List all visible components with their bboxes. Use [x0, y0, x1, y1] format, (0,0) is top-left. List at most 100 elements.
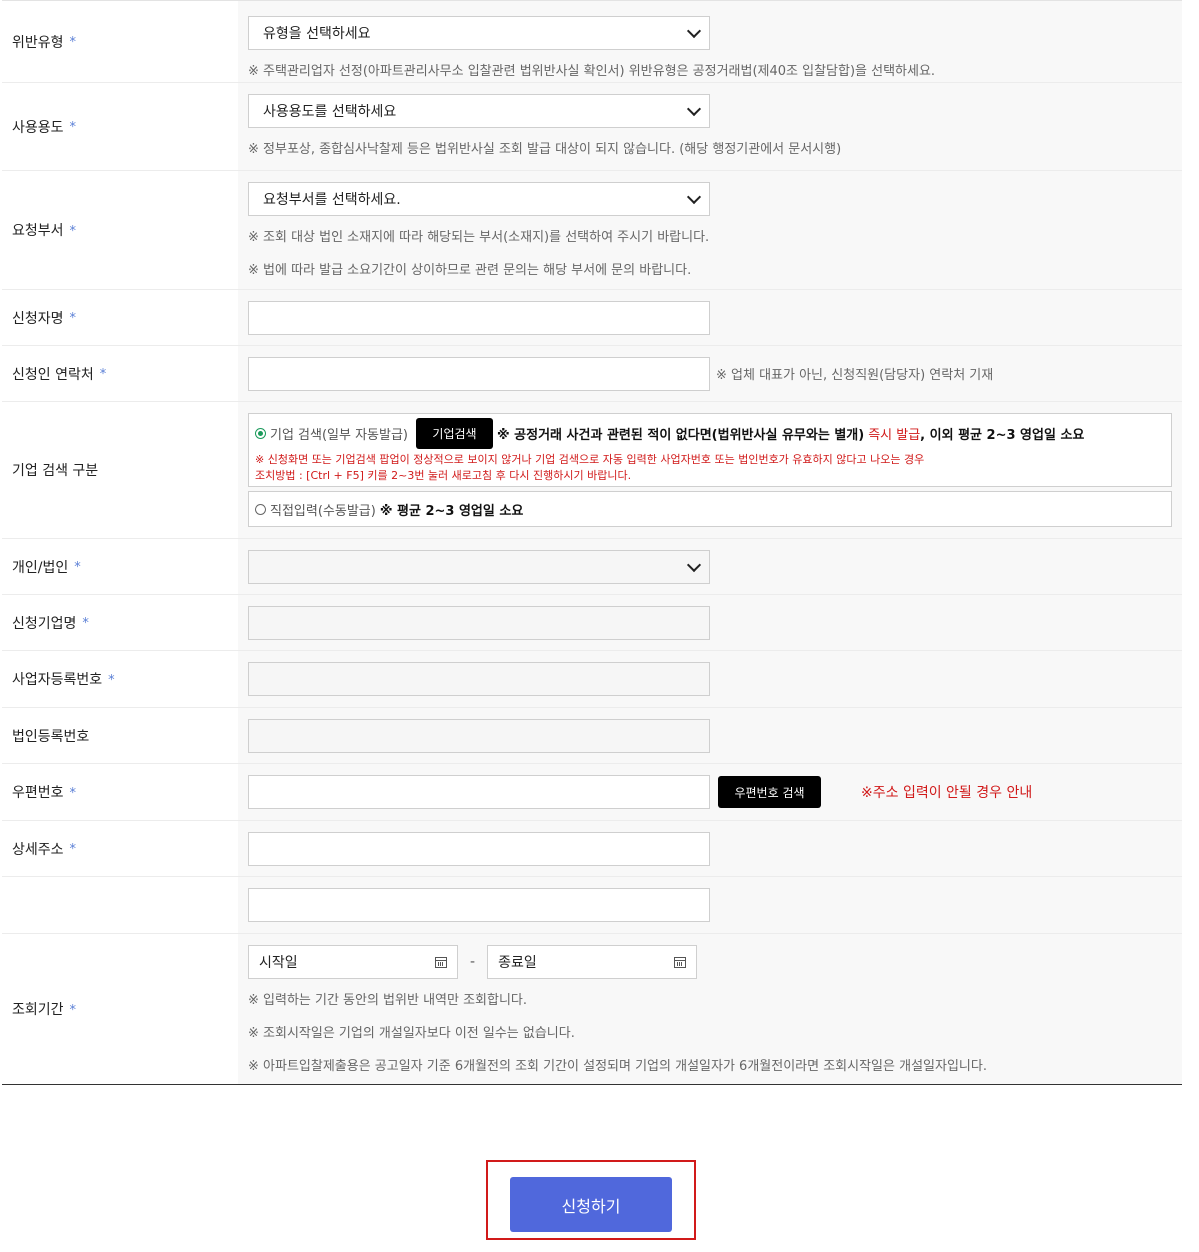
- application-form: 위반유형 * 유형을 선택하세요 ※ 주택관리업자 선정(아파트관리사무소 입찰…: [2, 0, 1182, 1085]
- row-company-search: 기업 검색 구분 기업 검색(일부 자동발급) 기업검색 ※ 공정거래 사건과 …: [2, 402, 1182, 539]
- business-reg-no-cell: [238, 651, 1182, 707]
- calendar-icon[interactable]: [435, 956, 447, 968]
- usage-cell: 사용용도를 선택하세요 ※ 정부포상, 종합심사낙찰제 등은 법위반사실 조회 …: [238, 83, 1182, 170]
- violation-type-label-cell: 위반유형 *: [2, 1, 238, 82]
- applicant-contact-cell: ※ 업체 대표가 아닌, 신청직원(담당자) 연락처 기재: [238, 346, 1182, 401]
- company-search-option2: 직접입력(수동발급) ※ 평균 2~3 영업일 소요: [255, 500, 523, 519]
- postal-code-inline: 우편번호 검색 ※주소 입력이 안될 경우 안내: [248, 775, 1172, 809]
- auto-issue-note-red: 즉시 발급: [868, 428, 921, 443]
- applicant-contact-input[interactable]: [248, 356, 710, 391]
- row-business-reg-no: 사업자등록번호 *: [2, 651, 1182, 708]
- corp-reg-no-label-cell: 법인등록번호: [2, 708, 238, 763]
- company-search-button[interactable]: 기업검색: [416, 418, 494, 449]
- row-applicant-name: 신청자명 *: [2, 290, 1182, 346]
- company-name-input[interactable]: [248, 605, 710, 640]
- required-mark: *: [69, 35, 77, 50]
- end-date-input[interactable]: 종료일: [487, 945, 698, 979]
- row-person-type: 개인/법인 *: [2, 539, 1182, 595]
- row-period: 조회기간 * 시작일 - 종료일 ※ 입력하는 기간 동안의 법위반 내역만 조…: [2, 934, 1182, 1085]
- row-applicant-contact: 신청인 연락처 * ※ 업체 대표가 아닌, 신청직원(담당자) 연락처 기재: [2, 346, 1182, 402]
- company-search-label-cell: 기업 검색 구분: [2, 402, 238, 538]
- company-search-cell: 기업 검색(일부 자동발급) 기업검색 ※ 공정거래 사건과 관련된 적이 없다…: [238, 402, 1182, 538]
- company-name-label-cell: 신청기업명 *: [2, 595, 238, 650]
- usage-note: ※ 정부포상, 종합심사낙찰제 등은 법위반사실 조회 발급 대상이 되지 않습…: [248, 142, 842, 157]
- auto-issue-radio[interactable]: [255, 428, 266, 439]
- row-department: 요청부서 * 요청부서를 선택하세요. ※ 조회 대상 법인 소재지에 따라 해…: [2, 171, 1182, 290]
- company-search-option1: 기업 검색(일부 자동발급) 기업검색 ※ 공정거래 사건과 관련된 적이 없다…: [255, 418, 1165, 449]
- corp-reg-no-input[interactable]: [248, 718, 710, 753]
- auto-issue-note-tail: , 이외 평균 2~3 영업일 소요: [920, 428, 1085, 443]
- company-search-label: 기업 검색 구분: [12, 463, 99, 479]
- corp-reg-no-cell: [238, 708, 1182, 763]
- person-type-select[interactable]: [248, 549, 710, 584]
- business-reg-no-input[interactable]: [248, 662, 710, 696]
- company-name-cell: [238, 595, 1182, 650]
- period-note-2: ※ 조회시작일은 기업의 개설일자보다 이전 일수는 없습니다.: [248, 1026, 575, 1041]
- manual-issue-radio[interactable]: [255, 503, 266, 515]
- start-date-input[interactable]: 시작일: [248, 945, 458, 979]
- applicant-name-input[interactable]: [248, 300, 710, 335]
- required-mark: *: [69, 311, 77, 326]
- address-help-link[interactable]: ※주소 입력이 안될 경우 안내: [861, 782, 1032, 802]
- required-mark: *: [69, 1002, 77, 1018]
- business-reg-no-label-cell: 사업자등록번호 *: [2, 651, 238, 707]
- applicant-contact-label-cell: 신청인 연락처 *: [2, 346, 238, 401]
- applicant-name-label-cell: 신청자명 *: [2, 290, 238, 345]
- period-note-1: ※ 입력하는 기간 동안의 법위반 내역만 조회합니다.: [248, 993, 528, 1008]
- calendar-icon[interactable]: [674, 956, 687, 968]
- submit-button[interactable]: 신청하기: [510, 1177, 672, 1232]
- row-address-extra: [2, 877, 1182, 934]
- violation-type-note: ※ 주택관리업자 선정(아파트관리사무소 입찰관련 법위반사실 확인서) 위반유…: [248, 64, 936, 79]
- period-label: 조회기간: [12, 1002, 64, 1018]
- required-mark: *: [99, 367, 107, 382]
- period-inline: 시작일 - 종료일: [248, 945, 1172, 979]
- required-mark: *: [69, 842, 77, 857]
- person-type-label-cell: 개인/법인 *: [2, 539, 238, 594]
- required-mark: *: [74, 560, 81, 575]
- address-extra-input[interactable]: [248, 888, 710, 922]
- start-date-placeholder: 시작일: [259, 955, 298, 971]
- company-search-option1-box: 기업 검색(일부 자동발급) 기업검색 ※ 공정거래 사건과 관련된 적이 없다…: [248, 413, 1172, 487]
- address-detail-input[interactable]: [248, 831, 710, 866]
- manual-issue-note: ※ 평균 2~3 영업일 소요: [379, 503, 524, 519]
- usage-label-cell: 사용용도 *: [2, 83, 238, 170]
- violation-type-label: 위반유형: [12, 34, 64, 51]
- end-date-placeholder: 종료일: [498, 955, 537, 971]
- chevron-down-icon: [686, 557, 702, 572]
- required-mark: *: [69, 120, 77, 135]
- postal-code-input[interactable]: [248, 775, 710, 809]
- period-separator: -: [470, 954, 476, 970]
- corp-reg-no-label: 법인등록번호: [12, 728, 90, 745]
- period-note-3: ※ 아파트입찰제출용은 공고일자 기준 6개월전의 조회 기간이 설정되며 기업…: [248, 1059, 987, 1074]
- applicant-contact-note: ※ 업체 대표가 아닌, 신청직원(담당자) 연락처 기재: [716, 368, 994, 383]
- row-usage: 사용용도 * 사용용도를 선택하세요 ※ 정부포상, 종합심사낙찰제 등은 법위…: [2, 83, 1182, 171]
- address-extra-cell: [238, 877, 1182, 933]
- chevron-down-icon: [686, 101, 702, 117]
- period-cell: 시작일 - 종료일 ※ 입력하는 기간 동안의 법위반 내역만 조회합니다. ※…: [238, 934, 1182, 1084]
- violation-type-select[interactable]: 유형을 선택하세요: [248, 16, 710, 50]
- department-note-2: ※ 법에 따라 발급 소요기간이 상이하므로 관련 문의는 해당 부서에 문의 …: [248, 263, 692, 278]
- person-type-label: 개인/법인: [12, 559, 69, 576]
- auto-issue-radio-label[interactable]: 기업 검색(일부 자동발급): [270, 424, 408, 443]
- usage-label: 사용용도: [12, 119, 64, 136]
- postal-code-cell: 우편번호 검색 ※주소 입력이 안될 경우 안내: [238, 764, 1182, 820]
- business-reg-no-label: 사업자등록번호: [12, 672, 103, 688]
- required-mark: *: [69, 223, 77, 239]
- applicant-name-label: 신청자명: [12, 310, 64, 327]
- department-select-value: 요청부서를 선택하세요.: [263, 192, 401, 208]
- address-detail-cell: [238, 821, 1182, 876]
- department-label-cell: 요청부서 *: [2, 171, 238, 289]
- company-search-warning-2: 조치방법 : [Ctrl + F5] 키를 2~3번 눌러 새로고침 후 다시 …: [255, 469, 632, 482]
- manual-issue-radio-label[interactable]: 직접입력(수동발급): [270, 500, 376, 519]
- applicant-contact-label: 신청인 연락처: [12, 366, 94, 383]
- usage-select-value: 사용용도를 선택하세요: [263, 104, 397, 120]
- department-label: 요청부서: [12, 223, 64, 239]
- row-postal-code: 우편번호 * 우편번호 검색 ※주소 입력이 안될 경우 안내: [2, 764, 1182, 821]
- violation-type-select-value: 유형을 선택하세요: [263, 26, 371, 42]
- address-detail-label: 상세주소: [12, 841, 64, 858]
- row-company-name: 신청기업명 *: [2, 595, 1182, 651]
- department-select[interactable]: 요청부서를 선택하세요.: [248, 182, 710, 216]
- postal-code-search-button[interactable]: 우편번호 검색: [718, 776, 821, 808]
- required-mark: *: [108, 672, 115, 688]
- usage-select[interactable]: 사용용도를 선택하세요: [248, 94, 710, 128]
